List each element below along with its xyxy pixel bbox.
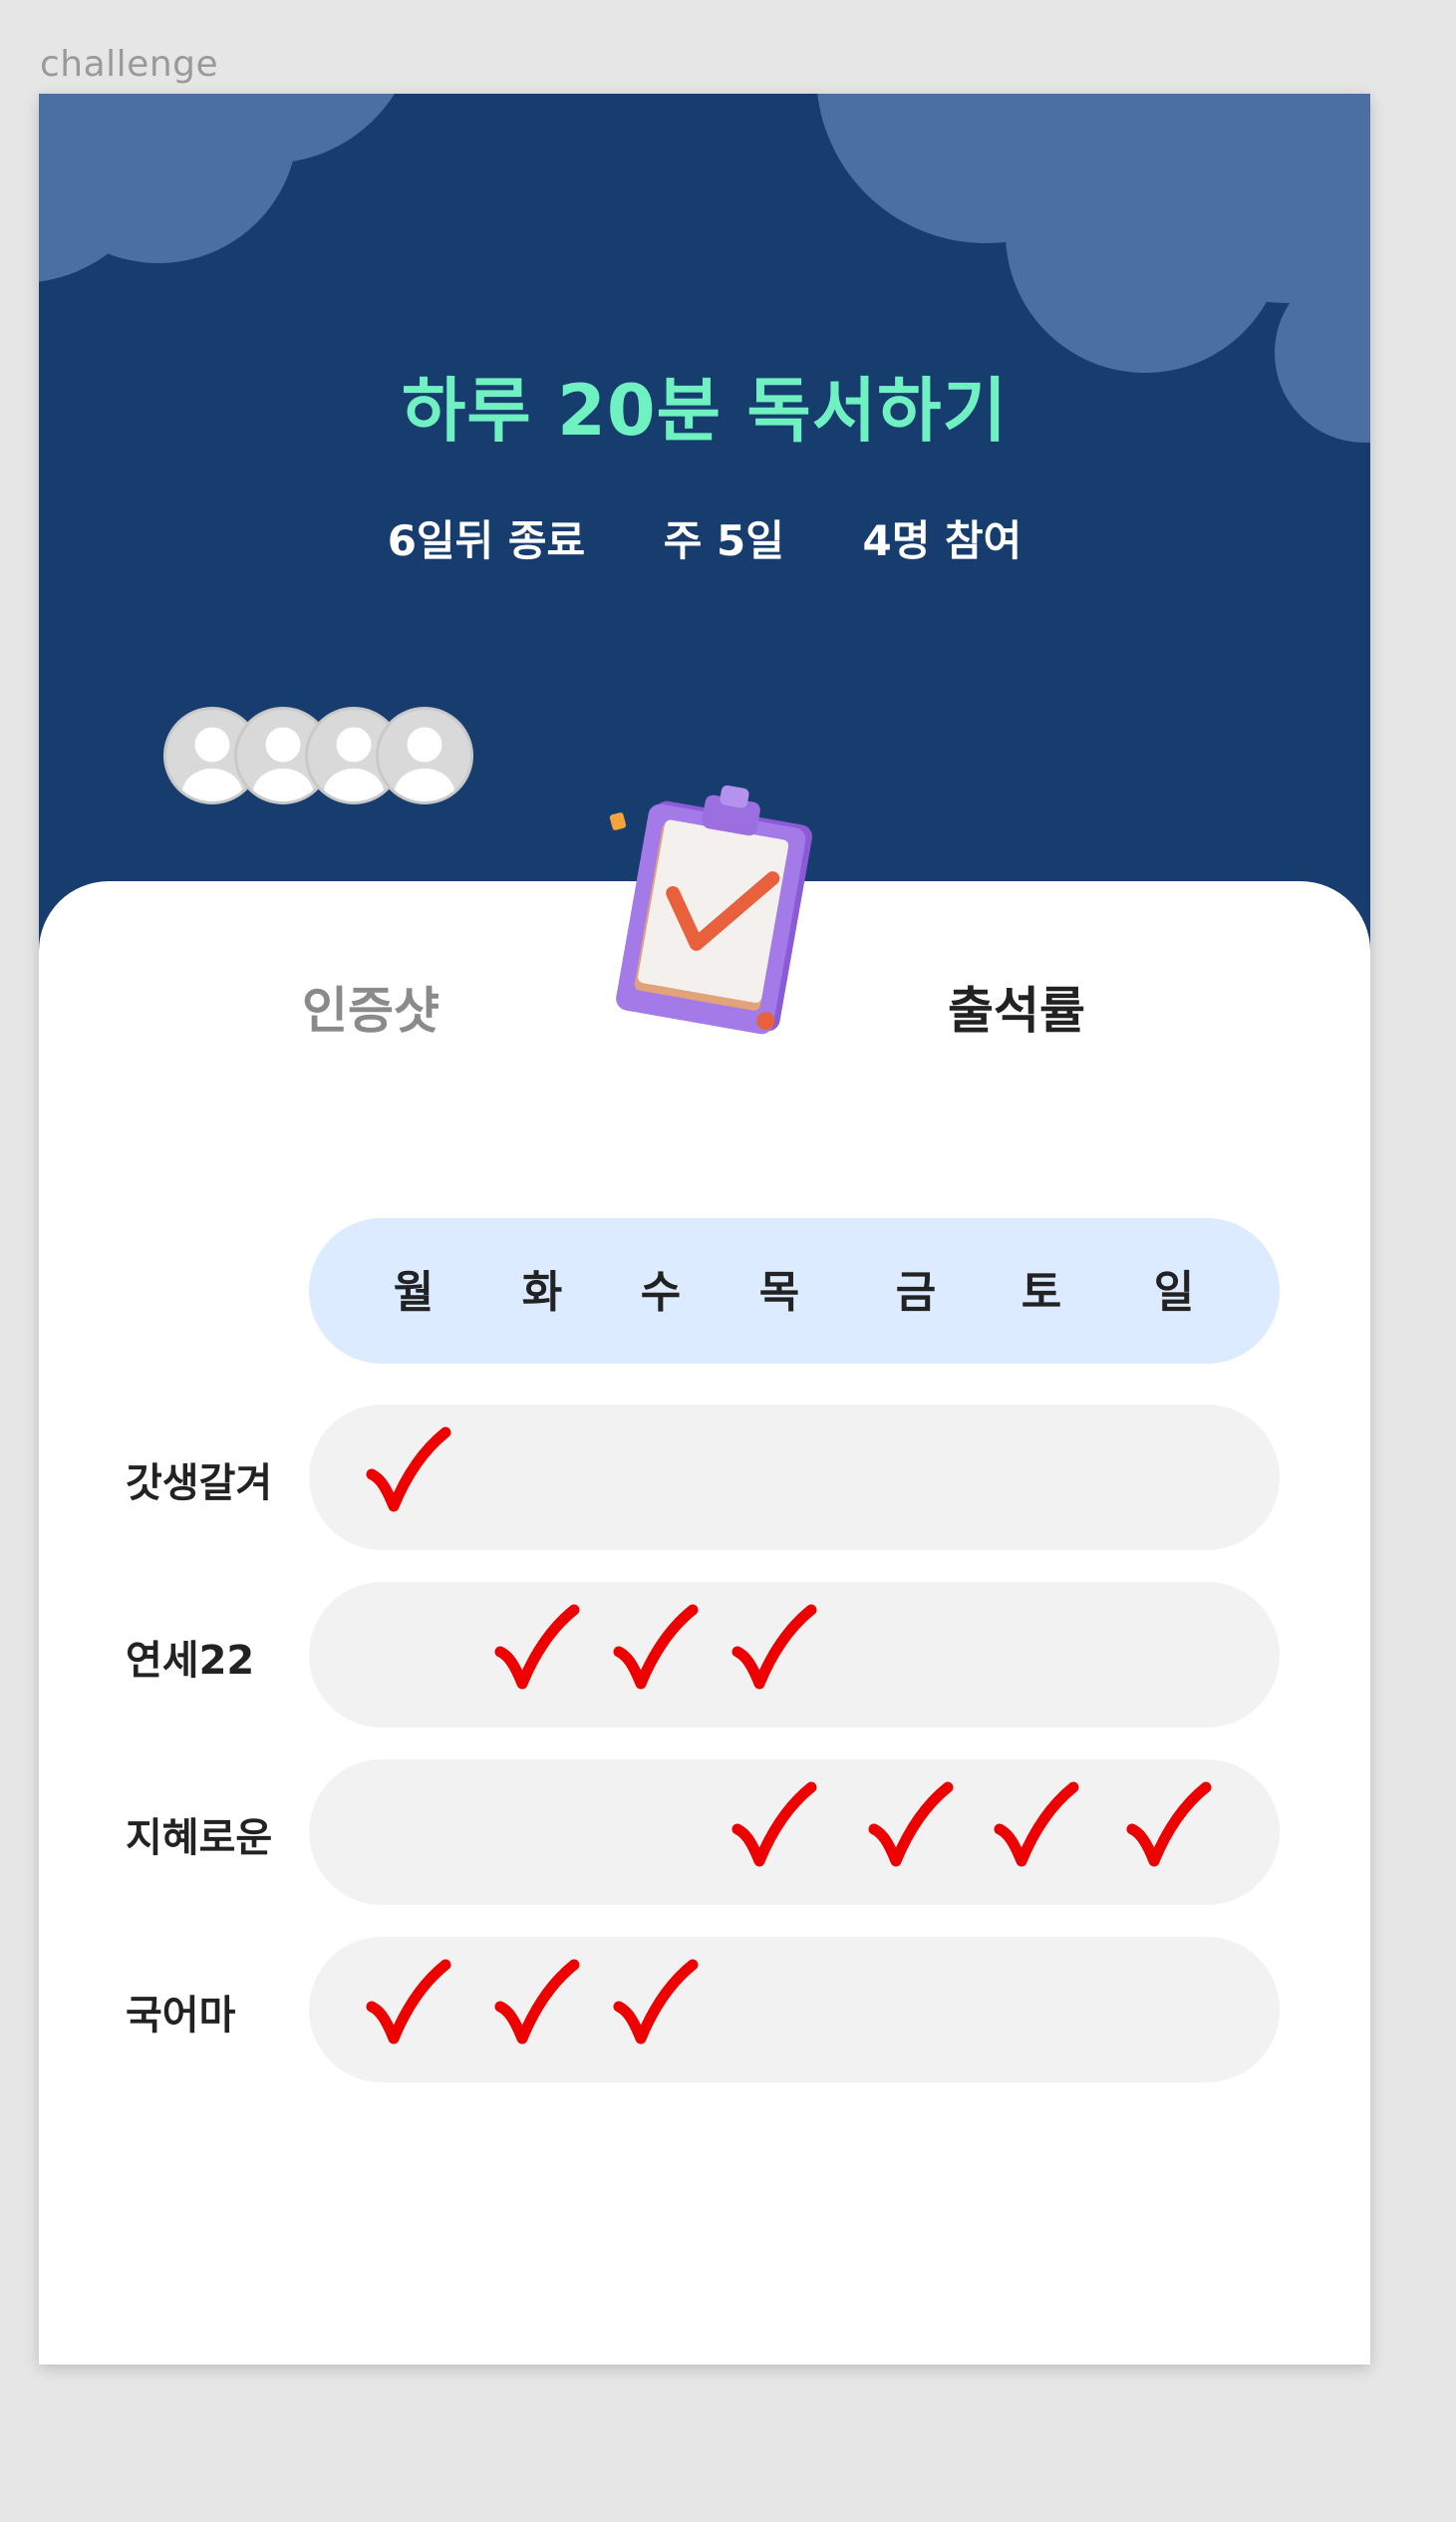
checkmark-icon	[494, 1959, 580, 2045]
participant-name: 연세22	[126, 1638, 255, 1684]
weekday-label: 화	[521, 1267, 563, 1318]
tab-attendance[interactable]: 출석률	[948, 971, 1085, 1043]
weekday-label: 일	[1153, 1267, 1195, 1318]
challenge-title: 하루 20분 독서하기	[402, 370, 1008, 452]
checkmark-icon	[366, 1959, 451, 2045]
ends-in-label: 6일뒤 종료	[387, 516, 586, 565]
participant-name: 갓생갈겨	[126, 1460, 273, 1506]
checkmark-icon	[731, 1781, 817, 1867]
checkmark-icon	[868, 1781, 954, 1867]
avatar-icon[interactable]	[376, 707, 473, 804]
participant-name: 국어마	[126, 1993, 236, 2039]
checkmark-icon	[494, 1604, 580, 1690]
clipboard-check-icon	[609, 785, 812, 1035]
participants-label: 4명 참여	[862, 516, 1022, 565]
checkmark-icon	[1126, 1781, 1212, 1867]
tab-proof-photos[interactable]: 인증샷	[302, 971, 439, 1043]
attendance-row	[309, 1405, 1280, 1550]
checkmark-icon	[994, 1781, 1079, 1867]
weekday-label: 수	[640, 1267, 682, 1318]
participant-name: 지혜로운	[126, 1815, 273, 1861]
weekday-label: 금	[895, 1267, 937, 1318]
weekday-label: 월	[393, 1267, 435, 1318]
checkmark-icon	[731, 1604, 817, 1690]
checkmark-icon	[613, 1959, 699, 2045]
weekday-label: 토	[1020, 1267, 1062, 1318]
weekday-label: 목	[758, 1267, 800, 1318]
checkmark-icon	[613, 1604, 699, 1690]
frame-label: challenge	[40, 44, 219, 85]
attendance-row	[309, 1937, 1280, 2082]
challenge-screen: 하루 20분 독서하기 6일뒤 종료 주 5일 4명 참여 인증샷 출석률 월 화…	[39, 94, 1370, 2364]
challenge-meta: 6일뒤 종료 주 5일 4명 참여	[39, 507, 1370, 568]
checkmark-icon	[366, 1426, 451, 1512]
frequency-label: 주 5일	[663, 516, 784, 565]
